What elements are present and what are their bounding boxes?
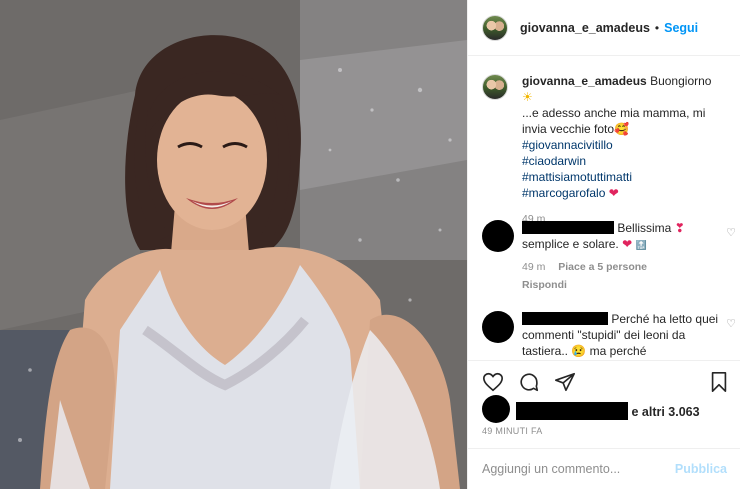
comment-like-icon[interactable]: ♡	[726, 226, 736, 239]
redacted-username	[522, 312, 608, 325]
post-header: giovanna_e_amadeus • Segui	[468, 0, 740, 56]
separator-dot: •	[654, 20, 660, 35]
action-bar	[468, 360, 740, 400]
hashtag-link[interactable]: #ciaodarwin	[522, 154, 586, 168]
crying-emoji: 😢	[571, 344, 587, 358]
photo-illustration	[0, 0, 467, 489]
post-photo[interactable]	[0, 0, 467, 489]
caption-username[interactable]: giovanna_e_amadeus	[522, 74, 647, 88]
hashtag-link[interactable]: #marcogarofalo	[522, 186, 605, 200]
comment-age: 49 m	[522, 261, 546, 273]
sun-emoji: ☀	[522, 90, 533, 104]
hashtag-link[interactable]: #mattisiamotuttimatti	[522, 170, 632, 184]
comments-section[interactable]: giovanna_e_amadeus Buongiorno ☀ ...e ade…	[468, 57, 740, 359]
share-icon[interactable]	[554, 371, 576, 396]
author-avatar[interactable]	[482, 14, 508, 41]
comment-item: Bellissima ❣ semplice e solare. ❤ 🔝 ♡ 49…	[482, 220, 736, 291]
comment-item: Perché ha letto quei commenti "stupidi" …	[482, 311, 736, 359]
comment-text-continued: ma perché	[589, 344, 647, 358]
post-caption: giovanna_e_amadeus Buongiorno ☀ ...e ade…	[482, 73, 732, 227]
caption-avatar[interactable]	[482, 74, 508, 100]
top-emoji: 🔝	[635, 240, 647, 250]
redacted-username	[522, 221, 614, 234]
caption-greeting: Buongiorno	[650, 74, 712, 88]
author-username[interactable]: giovanna_e_amadeus	[520, 21, 650, 35]
comment-icon[interactable]	[518, 371, 540, 396]
commenter-avatar[interactable]	[482, 220, 514, 252]
comment-text: Bellissima	[617, 221, 672, 235]
bookmark-icon[interactable]	[708, 371, 730, 396]
heart-outline-icon[interactable]	[482, 371, 504, 396]
follow-button[interactable]: Segui	[664, 21, 698, 35]
redacted-liker	[516, 402, 628, 420]
likes-row[interactable]: e altri 3.063	[482, 395, 732, 423]
post-timestamp: 49 MINUTI FA	[482, 426, 543, 436]
comment-like-icon[interactable]: ♡	[726, 317, 736, 330]
comment-likes[interactable]: Piace a 5 persone	[558, 261, 647, 273]
love-emoji: 🥰	[614, 122, 630, 136]
post-side-panel: giovanna_e_amadeus • Segui giovanna_e_am…	[467, 0, 740, 489]
liker-avatar	[482, 395, 510, 423]
heart-emoji: ❤	[622, 237, 633, 251]
hashtag-link[interactable]: #giovannacivitillo	[522, 137, 732, 153]
comment-text-continued: semplice e solare.	[522, 237, 619, 251]
likes-count[interactable]: e altri 3.063	[631, 405, 699, 419]
add-comment-bar: Pubblica	[468, 448, 740, 489]
commenter-avatar[interactable]	[482, 311, 514, 343]
publish-button[interactable]: Pubblica	[675, 462, 727, 476]
reply-button[interactable]: Rispondi	[522, 279, 732, 291]
exclamation-heart-emoji: ❣	[674, 221, 685, 235]
comment-input[interactable]	[482, 462, 675, 476]
heart-emoji: ❤	[608, 186, 619, 200]
